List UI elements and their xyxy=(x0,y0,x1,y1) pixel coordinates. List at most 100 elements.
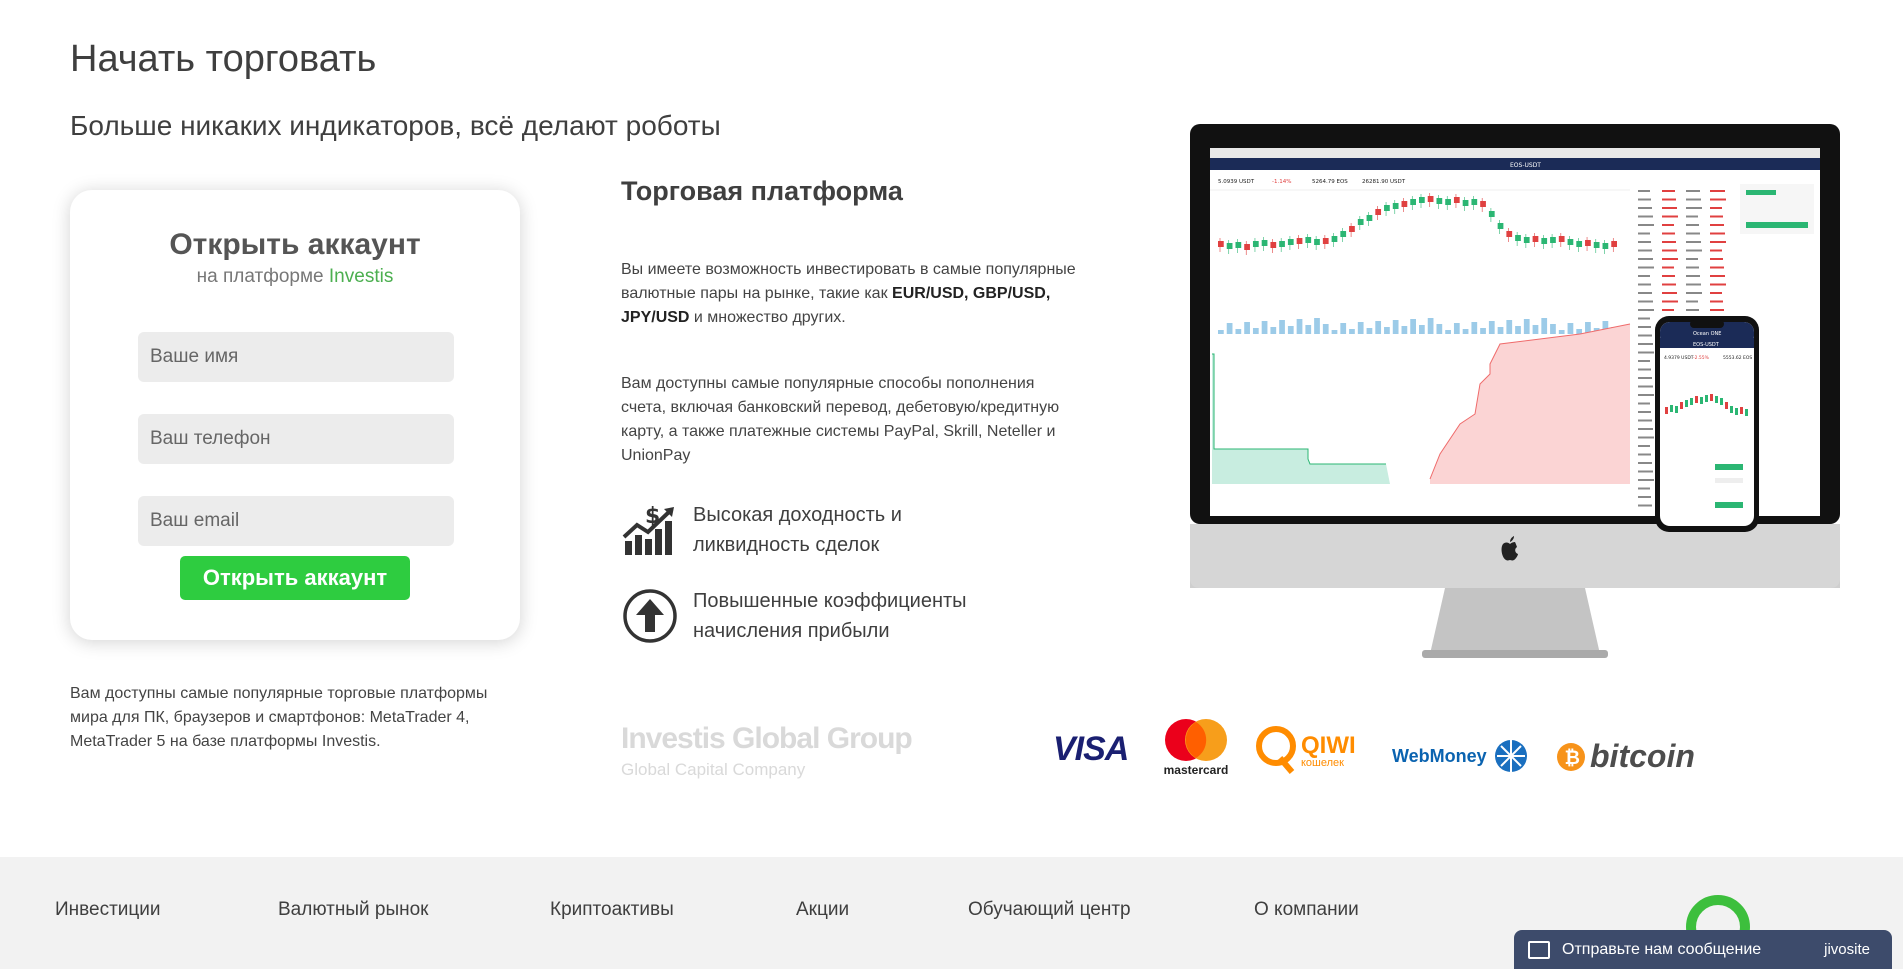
phone-candle xyxy=(1690,398,1693,405)
candle-body xyxy=(1567,239,1574,245)
company-logo: Investis Global Group Global Capital Com… xyxy=(621,722,913,780)
candle-body xyxy=(1410,199,1416,205)
qiwi-text: QIWI xyxy=(1301,731,1356,759)
qiwi-logo: QIWI кошелек xyxy=(1254,724,1356,776)
order-book-row xyxy=(1686,215,1698,218)
signup-title: Открыть аккаунт xyxy=(169,228,421,261)
phone-candle xyxy=(1680,402,1683,409)
bitcoin-icon: ₿ xyxy=(1557,742,1585,771)
order-book-row xyxy=(1662,300,1678,303)
volume-bar xyxy=(1453,323,1460,334)
order-book-row xyxy=(1638,215,1653,218)
footer-link-stocks[interactable]: Акции xyxy=(796,899,849,921)
candle-body xyxy=(1488,211,1495,217)
order-book-row xyxy=(1638,453,1651,456)
volume-bar xyxy=(1235,329,1242,334)
volume-bar xyxy=(1322,324,1329,334)
screen-vol2: 26281.90 USDT xyxy=(1362,179,1406,185)
volume-bar xyxy=(1436,324,1443,334)
svg-text:₿: ₿ xyxy=(1565,747,1580,769)
page-title: Начать торговать xyxy=(70,38,377,80)
candle-body xyxy=(1523,237,1530,243)
chat-widget-button[interactable]: Отправьте нам сообщение jivosite xyxy=(1514,930,1892,969)
order-book-row xyxy=(1662,266,1674,269)
order-book-row xyxy=(1686,292,1702,294)
volume-bar xyxy=(1261,321,1268,334)
order-book-row xyxy=(1638,479,1654,481)
order-book-row xyxy=(1638,496,1651,498)
candle-body xyxy=(1506,231,1513,237)
candle-body xyxy=(1252,241,1259,247)
order-book-row xyxy=(1638,326,1651,328)
volume-bar xyxy=(1296,319,1303,334)
candle-body xyxy=(1436,198,1443,204)
chat-label: Отправьте нам сообщение xyxy=(1562,940,1762,958)
candle-body xyxy=(1357,219,1364,225)
volume-bar xyxy=(1287,326,1294,334)
order-book-row xyxy=(1638,368,1651,371)
order-book-row xyxy=(1710,300,1723,303)
footer-link-forex[interactable]: Валютный рынок xyxy=(278,899,429,921)
order-book-row xyxy=(1710,258,1723,260)
candle-body xyxy=(1226,243,1233,249)
order-book-row xyxy=(1638,190,1650,192)
order-book-row xyxy=(1638,419,1652,422)
order-book-row xyxy=(1710,275,1725,277)
order-book-row xyxy=(1638,283,1651,286)
webmoney-text: WebMoney xyxy=(1392,745,1487,766)
order-book-row xyxy=(1662,249,1677,252)
name-input[interactable] xyxy=(138,332,454,382)
phone-input[interactable] xyxy=(138,414,454,464)
candle-body xyxy=(1576,241,1583,247)
order-book-row xyxy=(1638,377,1652,379)
company-name: Investis Global Group xyxy=(621,722,913,755)
volume-bar xyxy=(1419,325,1425,334)
company-tagline: Global Capital Company xyxy=(621,760,806,779)
volume-bar xyxy=(1445,330,1451,334)
order-book-row xyxy=(1638,258,1653,260)
bitcoin-text: bitcoin xyxy=(1590,738,1695,774)
footer-link-education[interactable]: Обучающий центр xyxy=(968,899,1131,921)
order-book-row xyxy=(1686,249,1702,252)
feature-text: Повышенные коэффициенты начисления прибы… xyxy=(693,590,967,642)
volume-bar xyxy=(1515,326,1521,334)
phone-candle xyxy=(1665,407,1668,414)
order-book-row xyxy=(1710,207,1722,209)
phone-vol: 5553.62 EOS xyxy=(1723,355,1752,361)
candle-body xyxy=(1471,199,1478,205)
platform-title: Торговая платформа xyxy=(621,176,903,206)
phone-candle xyxy=(1725,402,1728,409)
footer-link-investments[interactable]: Инвестиции xyxy=(55,899,161,921)
phone-candle xyxy=(1695,396,1698,403)
phone-price: 4.9379 USDT xyxy=(1664,355,1694,361)
pairs-text-b: и множество других. xyxy=(689,309,846,326)
open-account-button[interactable]: Открыть аккаунт xyxy=(180,556,410,600)
footer-link-about[interactable]: О компании xyxy=(1254,899,1359,921)
candle-body xyxy=(1558,236,1565,242)
email-input[interactable] xyxy=(138,496,454,546)
signup-card: Открыть аккаунт на платформе Investis От… xyxy=(70,190,520,640)
order-book-row xyxy=(1710,309,1724,311)
candle-body xyxy=(1515,235,1521,241)
page-subtitle: Больше никаких индикаторов, всё делают р… xyxy=(70,110,721,141)
order-book-row xyxy=(1638,445,1650,447)
order-book-row xyxy=(1662,283,1676,286)
order-book-row xyxy=(1638,428,1653,430)
order-book-row xyxy=(1638,317,1650,320)
candle-body xyxy=(1366,215,1373,221)
order-book-row xyxy=(1686,232,1700,235)
trade-buy-button xyxy=(1746,222,1808,228)
footer-link-crypto[interactable]: Криптоактивы xyxy=(550,899,674,921)
phone-candle xyxy=(1745,409,1748,416)
candle-body xyxy=(1218,241,1224,247)
order-book-row xyxy=(1662,232,1675,235)
order-book-row xyxy=(1662,241,1676,243)
candle-body xyxy=(1235,242,1242,248)
order-book-row xyxy=(1638,436,1654,439)
order-book-row xyxy=(1662,224,1674,226)
volume-bar xyxy=(1506,320,1513,334)
qiwi-subtext: кошелек xyxy=(1301,756,1344,769)
order-book-row xyxy=(1686,224,1699,226)
screen-pair: EOS-USDT xyxy=(1510,162,1541,169)
volume-bar xyxy=(1401,326,1408,334)
